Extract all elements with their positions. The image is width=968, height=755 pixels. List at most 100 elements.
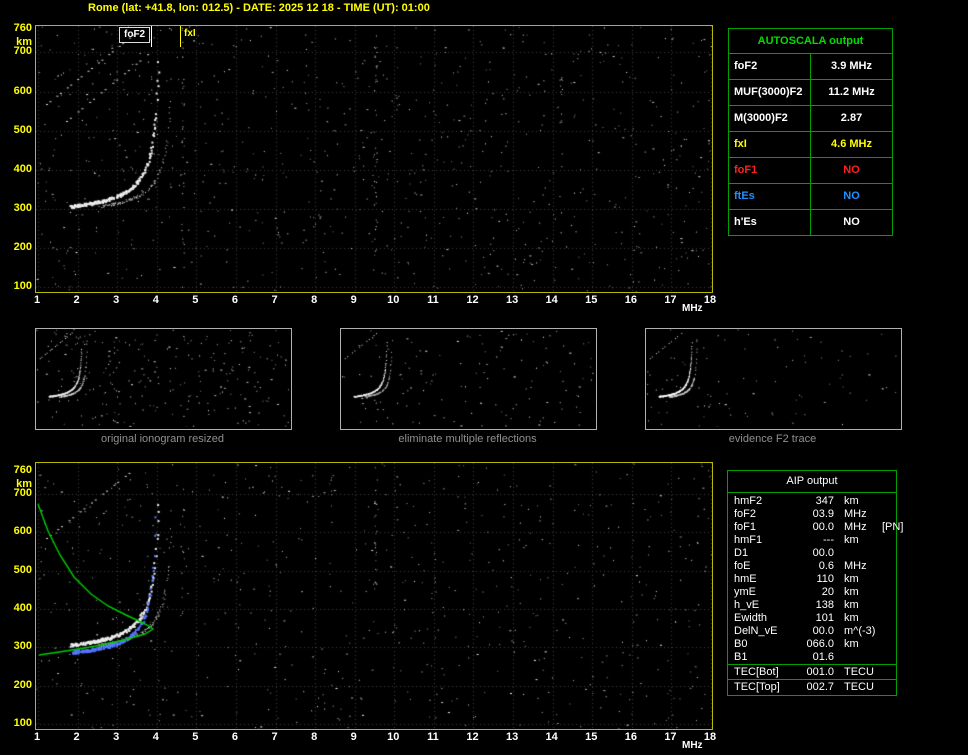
aip-row-value: 110 [816,573,834,585]
x-tick-label-top: 14 [545,294,558,306]
autoscala-row-label: MUF(3000)F2 [729,80,811,105]
aip-table-row: ymE 20 km [728,586,896,599]
aip-row-value: 138 [815,599,834,611]
y-tick-label-top: 760 [13,22,32,34]
autoscala-table-row: foF2 3.9 MHz [729,54,892,79]
y-tick-label-top: 400 [13,162,32,175]
autoscala-table-row: ftEs NO [729,183,892,209]
aip-row-value: 347 [815,495,834,507]
aip-row-label: TEC[Top] [734,681,780,693]
autoscala-screen: Rome (lat: +41.8, lon: 012.5) - DATE: 20… [0,0,968,755]
aip-row-note [874,508,896,521]
aip-row-label: foF2 [734,508,757,520]
aip-row-unit: m^(-3) [844,625,876,637]
ionogram-top-canvas [36,26,712,292]
aip-row-label: ymE [734,586,756,598]
autoscala-table-row: MUF(3000)F2 11.2 MHz [729,79,892,105]
aip-row-unit: km [844,495,859,507]
thumbnail-caption-1: original ionogram resized [101,433,224,445]
aip-row-label: hmF2 [734,495,763,507]
x-tick-label-bottom: 6 [231,731,238,743]
y-tick-label-bottom: 600 [13,525,32,538]
x-tick-label-bottom: 18 [703,731,717,743]
fof2-marker-label: foF2 [119,27,151,43]
autoscala-row-label: foF2 [729,54,811,79]
x-tick-label-bottom: 8 [311,731,318,743]
aip-row-label: foF1 [734,521,757,533]
aip-row-note [874,665,896,679]
aip-table-row: Ewidth 101 km [728,612,896,625]
aip-row-label: Ewidth [734,612,768,624]
x-tick-label-bottom: 14 [545,731,558,743]
autoscala-row-value: NO [843,164,860,176]
thumbnail-evidence-f2-trace [645,328,902,430]
autoscala-row-value: 4.6 MHz [831,138,872,150]
aip-row-note [874,638,896,651]
aip-row-note [874,612,896,625]
aip-row-unit: TECU [844,666,874,678]
x-tick-label-bottom: 12 [466,731,479,743]
thumbnail-eliminate-reflections [340,328,597,430]
aip-row-value: 001.0 [806,666,834,678]
aip-row-label: D1 [734,547,749,559]
y-tick-label-bottom: 400 [13,601,32,614]
x-tick-label-top: 2 [73,294,80,306]
aip-row-label: TEC[Bot] [734,666,779,678]
aip-row-value: 00.0 [812,521,834,533]
aip-row-note [874,586,896,599]
aip-row-value: 00.0 [812,625,834,637]
y-tick-label-top: 100 [13,280,32,293]
y-tick-label-top: 300 [13,201,32,214]
aip-table-row: hmF1 --- km [728,534,896,547]
x-tick-label-top: 12 [466,294,479,306]
fof2-marker-line [151,26,152,47]
autoscala-table-row: M(3000)F2 2.87 [729,105,892,131]
aip-table-row: TEC[Bot] 001.0 TECU [728,664,896,679]
aip-output-table: AIP output hmF2 347 km foF2 03.9 MHz foF1 00.0 M… [727,470,903,696]
aip-row-label: DelN_vE [734,625,778,637]
x-tick-label-top: 8 [311,294,318,306]
aip-row-value: 20 [821,586,834,598]
x-tick-label-top: 13 [505,294,519,306]
aip-row-label: hmE [734,573,757,585]
autoscala-table-header: AUTOSCALA output [729,29,892,54]
aip-row-note [874,599,896,612]
aip-table-row: foE 0.6 MHz [728,560,896,573]
fxi-marker-label: fxI [184,28,196,39]
aip-row-note [874,560,896,573]
autoscala-table-row: h'Es NO [729,209,892,235]
y-tick-label-bottom: 300 [13,640,32,653]
aip-table-row: h_vE 138 km [728,599,896,612]
autoscala-row-value: NO [843,190,860,202]
aip-table-row: hmF2 347 km [728,495,896,508]
thumbnail-caption-3: evidence F2 trace [728,433,817,445]
autoscala-row-label: h'Es [729,210,811,235]
x-tick-label-bottom: 10 [387,731,400,743]
x-tick-label-top: 17 [664,294,677,306]
x-tick-label-bottom: 1 [33,731,41,743]
x-tick-label-top: 5 [192,294,199,306]
y-tick-label-bottom: 100 [13,716,32,729]
x-tick-label-bottom: 2 [73,731,80,743]
aip-row-unit: km [844,534,859,546]
y-tick-label-bottom: 200 [13,678,32,691]
aip-row-label: hmF1 [734,534,763,546]
x-tick-label-bottom: 3 [113,731,120,743]
y-tick-label-bottom: 500 [13,563,32,576]
aip-row-unit: MHz [844,508,867,520]
page-title: Rome (lat: +41.8, lon: 012.5) - DATE: 20… [88,2,430,14]
x-tick-label-top: 10 [387,294,400,306]
aip-row-note [874,573,896,586]
aip-row-unit [834,547,874,560]
x-tick-label-top: 3 [113,294,120,306]
x-tick-label-bottom: 15 [585,731,598,743]
y-tick-label-top: 600 [13,84,32,97]
x-tick-label-bottom: 16 [624,731,637,743]
aip-row-value: 03.9 [812,508,834,520]
autoscala-row-value: 11.2 MHz [828,86,875,98]
x-tick-label-top: 16 [624,294,637,306]
aip-row-unit: km [844,586,859,598]
aip-table-row: B0 066.0 km [728,638,896,651]
autoscala-row-label: fxI [729,132,811,157]
autoscala-row-label: M(3000)F2 [729,106,811,131]
